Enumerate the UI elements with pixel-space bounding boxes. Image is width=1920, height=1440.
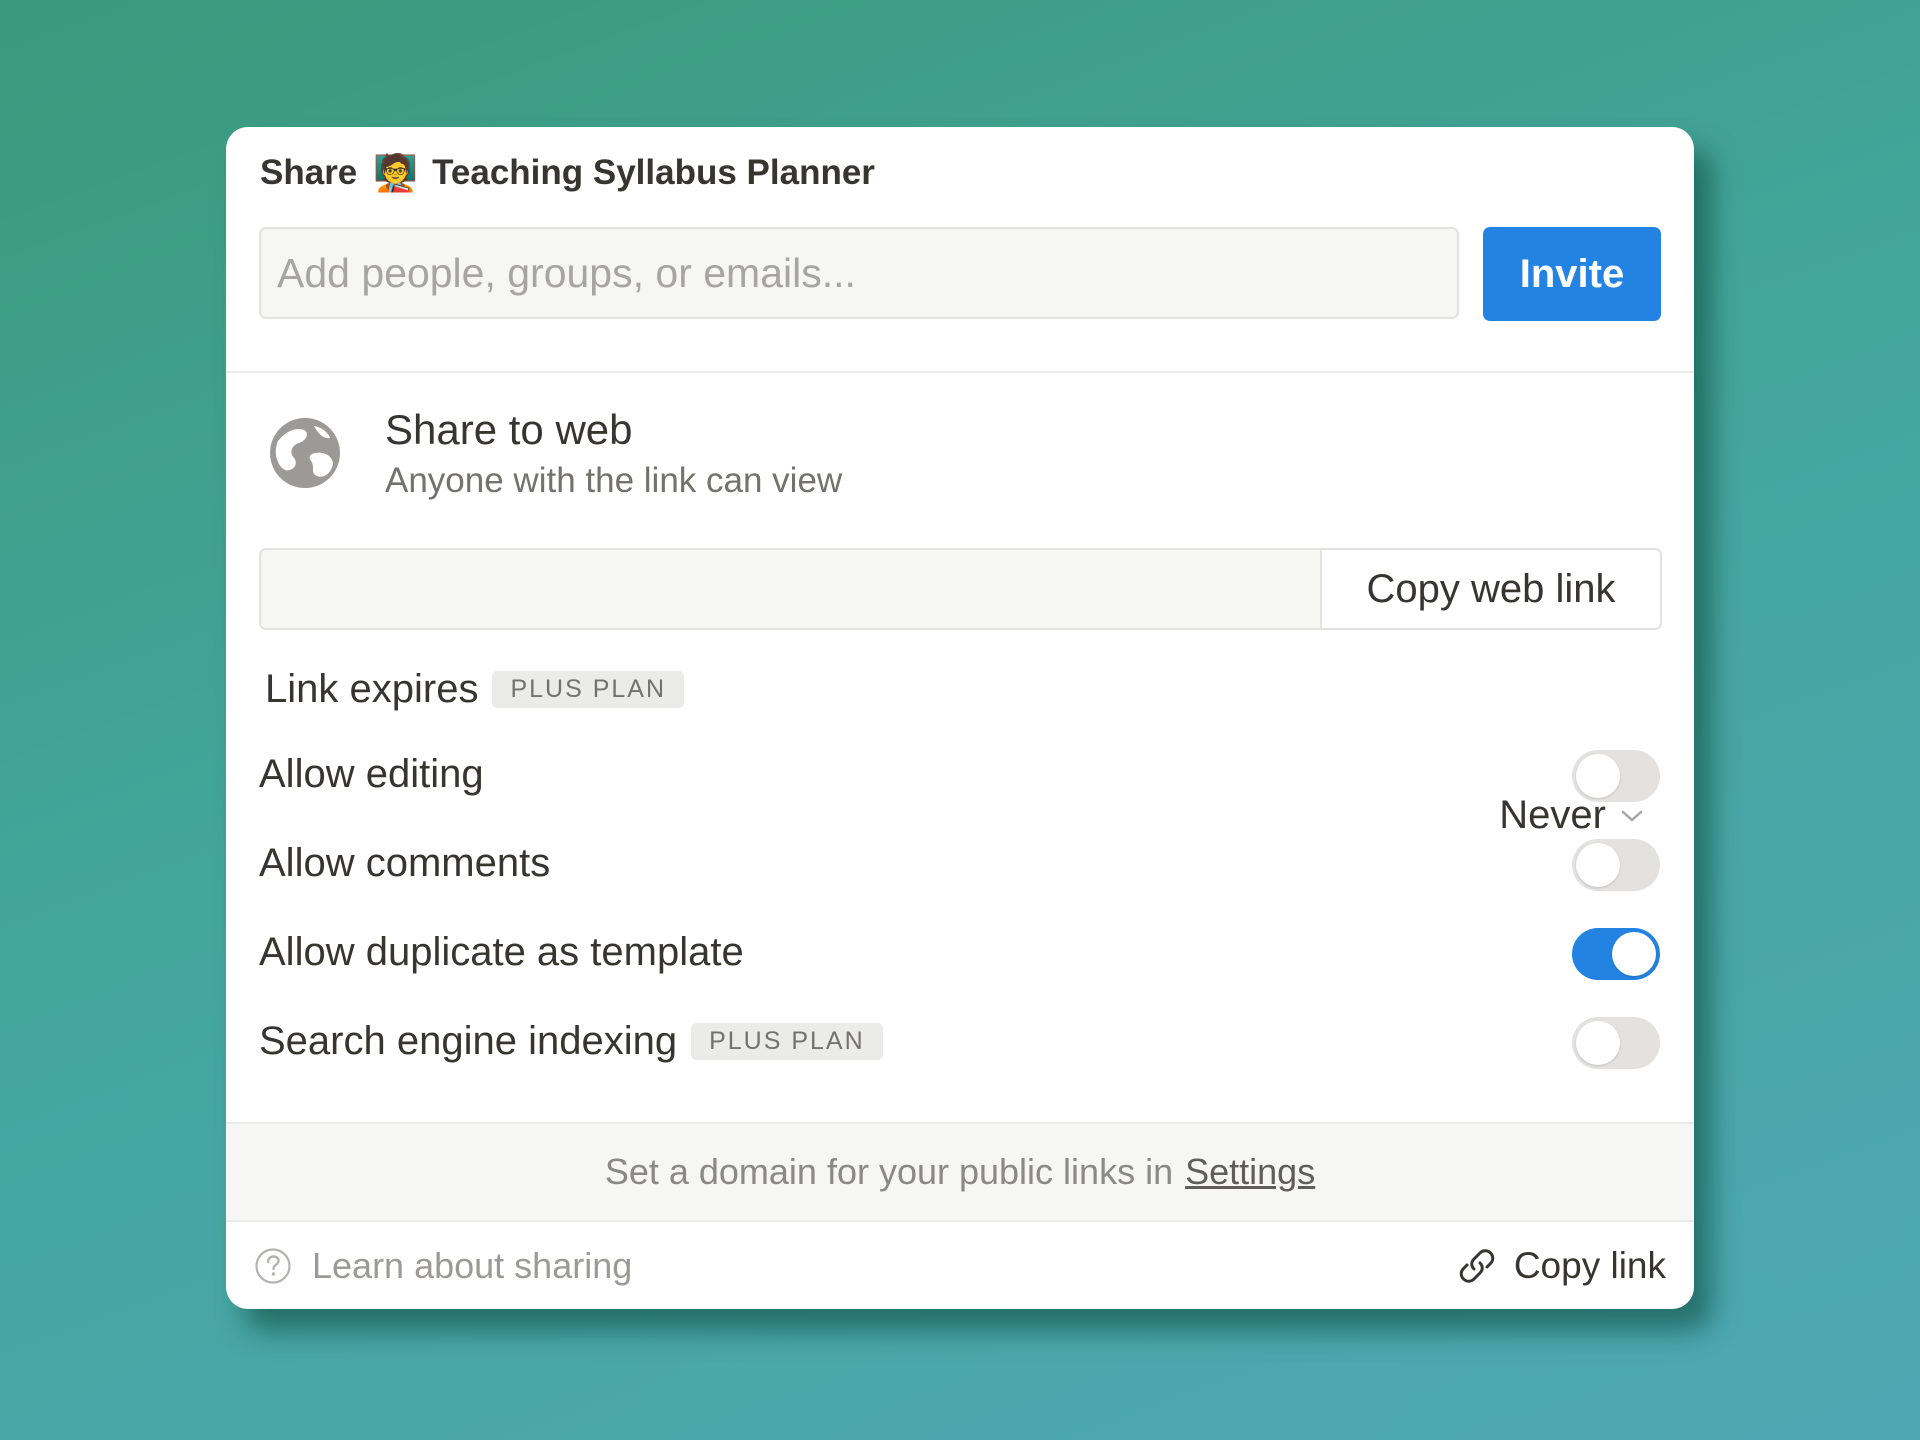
link-icon [1459, 1249, 1495, 1283]
option-label: Search engine indexing [259, 1019, 678, 1063]
copy-web-link-button[interactable]: Copy web link [1320, 550, 1660, 628]
domain-note-text: Set a domain for your public links in [604, 1151, 1174, 1192]
learn-label: Learn about sharing [312, 1245, 633, 1286]
allow-duplicate-toggle[interactable] [1572, 928, 1660, 980]
chevron-down-icon [1621, 810, 1643, 822]
option-label: Allow comments [259, 841, 551, 885]
toggle-knob [1576, 843, 1620, 887]
plus-plan-badge: PLUS PLAN [492, 671, 684, 708]
learn-about-sharing-link[interactable]: Learn about sharing [254, 1245, 632, 1287]
page-emoji-icon: 🧑‍🏫 [373, 152, 419, 193]
option-search-indexing: Search engine indexing PLUS PLAN [259, 1019, 883, 1064]
toggle-knob [1576, 754, 1620, 798]
toggle-knob [1612, 932, 1656, 976]
link-expires-row: Link expires PLUS PLAN [265, 667, 684, 712]
option-allow-duplicate: Allow duplicate as template [259, 930, 744, 975]
share-to-web-subtitle: Anyone with the link can view [385, 461, 843, 500]
option-label: Allow editing [259, 752, 484, 796]
invite-button[interactable]: Invite [1483, 227, 1661, 321]
share-dialog: Share 🧑‍🏫 Teaching Syllabus Planner Invi… [226, 127, 1694, 1309]
share-label: Share [260, 153, 358, 192]
divider [226, 371, 1694, 373]
globe-icon [270, 418, 340, 488]
option-allow-comments: Allow comments [259, 841, 550, 886]
copy-link-label: Copy link [1513, 1245, 1666, 1286]
option-allow-editing: Allow editing [259, 752, 484, 797]
settings-link[interactable]: Settings [1185, 1151, 1315, 1193]
page-title: Teaching Syllabus Planner [432, 153, 875, 192]
web-link-field[interactable] [261, 550, 1320, 628]
option-label: Allow duplicate as template [259, 930, 744, 974]
allow-editing-toggle[interactable] [1572, 750, 1660, 802]
copy-link-button[interactable]: Copy link [1456, 1245, 1666, 1287]
domain-note: Set a domain for your public links in Se… [226, 1122, 1694, 1222]
link-expires-label: Link expires [265, 667, 479, 711]
share-to-web-title: Share to web [385, 406, 633, 453]
web-link-box: Copy web link [259, 548, 1662, 630]
dialog-title: Share 🧑‍🏫 Teaching Syllabus Planner [260, 153, 875, 193]
toggle-knob [1576, 1021, 1620, 1065]
search-indexing-toggle[interactable] [1572, 1017, 1660, 1069]
invite-input[interactable] [259, 227, 1459, 319]
help-circle-icon [255, 1248, 291, 1284]
allow-comments-toggle[interactable] [1572, 839, 1660, 891]
plus-plan-badge: PLUS PLAN [691, 1023, 883, 1060]
